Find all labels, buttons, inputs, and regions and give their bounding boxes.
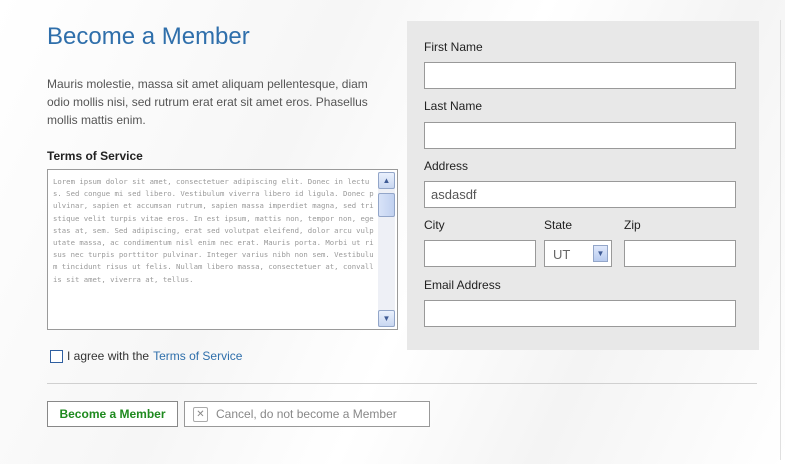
- last-name-field[interactable]: [424, 122, 736, 149]
- terms-link[interactable]: Terms of Service: [153, 349, 242, 363]
- chevron-down-icon[interactable]: ▼: [593, 245, 608, 262]
- first-name-label: First Name: [424, 40, 483, 54]
- terms-textarea[interactable]: Lorem ipsum dolor sit amet, consectetuer…: [47, 169, 398, 330]
- scroll-thumb[interactable]: [378, 193, 395, 217]
- divider: [47, 383, 757, 384]
- last-name-label: Last Name: [424, 99, 483, 113]
- city-label: City: [424, 218, 445, 232]
- scroll-up-icon[interactable]: ▲: [378, 172, 395, 189]
- right-border: [780, 20, 781, 460]
- city-field[interactable]: [424, 240, 536, 267]
- zip-field[interactable]: [624, 240, 736, 267]
- scroll-down-icon[interactable]: ▼: [378, 310, 395, 327]
- email-label: Email Address: [424, 278, 501, 292]
- close-icon: ✕: [193, 406, 208, 422]
- terms-heading: Terms of Service: [47, 149, 143, 163]
- terms-scrollbar[interactable]: ▲ ▼: [378, 172, 395, 327]
- cancel-button[interactable]: ✕ Cancel, do not become a Member: [184, 401, 430, 427]
- state-select[interactable]: UT ▼: [544, 240, 612, 267]
- terms-text: Lorem ipsum dolor sit amet, consectetuer…: [53, 177, 374, 284]
- address-field[interactable]: asdasdf: [424, 181, 736, 208]
- member-form-panel: First Name Last Name Address asdasdf Cit…: [407, 21, 759, 350]
- become-member-button[interactable]: Become a Member: [47, 401, 178, 427]
- first-name-field[interactable]: [424, 62, 736, 89]
- state-value: UT: [553, 247, 571, 262]
- email-field[interactable]: [424, 300, 736, 327]
- agree-label: I agree with the: [67, 349, 150, 363]
- zip-label: Zip: [624, 218, 641, 232]
- agree-row: I agree with the Terms of Service: [50, 349, 242, 363]
- page-title: Become a Member: [47, 23, 250, 50]
- state-label: State: [544, 218, 573, 232]
- cancel-button-label: Cancel, do not become a Member: [216, 407, 397, 421]
- intro-text: Mauris molestie, massa sit amet aliquam …: [47, 77, 368, 127]
- agree-checkbox[interactable]: [50, 349, 63, 363]
- address-label: Address: [424, 159, 469, 173]
